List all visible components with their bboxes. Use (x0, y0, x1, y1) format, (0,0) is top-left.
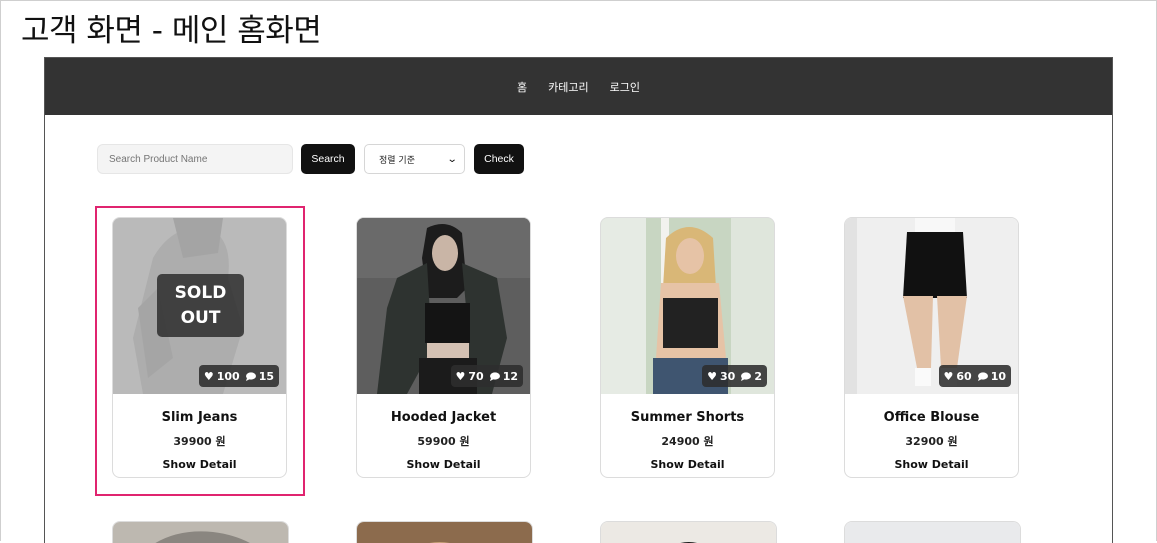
reaction-stats: ♥ 60 10 (938, 365, 1011, 387)
reaction-stats: ♥ 70 12 (450, 365, 523, 387)
comment-count: 10 (990, 369, 1006, 383)
comment-icon (489, 371, 500, 381)
like-count: 30 (720, 369, 736, 383)
product-price: 59900 원 (417, 435, 470, 448)
product-card[interactable] (356, 521, 533, 543)
comment-count: 12 (502, 369, 518, 383)
product-name: Office Blouse (883, 410, 980, 425)
product-card[interactable] (112, 521, 289, 543)
product-image[interactable]: ♥ 30 2 (601, 218, 774, 394)
app-window: 홈 카테고리 로그인 Search 정렬 기준 ⌄ Check SOLDOUT … (44, 57, 1113, 543)
comment-count: 2 (754, 369, 762, 383)
like-count: 60 (956, 369, 972, 383)
product-price: 24900 원 (661, 435, 714, 448)
product-image[interactable]: ♥ 70 12 (357, 218, 530, 394)
product-name: Hooded Jacket (390, 410, 497, 425)
nav-category-link[interactable]: 카테고리 (548, 79, 588, 95)
heart-icon: ♥ (943, 369, 954, 383)
heart-icon: ♥ (707, 369, 718, 383)
heart-icon: ♥ (455, 369, 466, 383)
product-card[interactable]: ♥ 70 12 Hooded Jacket 59900 원 Show Detail (356, 217, 531, 478)
product-card[interactable] (600, 521, 777, 543)
show-detail-link[interactable]: Show Detail (845, 458, 1018, 471)
search-button[interactable]: Search (301, 144, 355, 174)
caret-down-icon: ⌄ (446, 153, 458, 165)
product-image[interactable]: ♥ 60 10 (845, 218, 1018, 394)
product-card[interactable]: ♥ 30 2 Summer Shorts 24900 원 Show Detail (600, 217, 775, 478)
search-toolbar: Search 정렬 기준 ⌄ Check (97, 144, 524, 174)
nav-login-link[interactable]: 로그인 (610, 79, 640, 95)
selection-highlight (95, 206, 305, 496)
show-detail-link[interactable]: Show Detail (357, 458, 530, 471)
product-name: Summer Shorts (630, 410, 745, 425)
show-detail-link[interactable]: Show Detail (601, 458, 774, 471)
like-count: 70 (468, 369, 484, 383)
comment-icon (977, 371, 988, 381)
product-price: 32900 원 (905, 435, 958, 448)
sort-select[interactable]: 정렬 기준 ⌄ (364, 144, 465, 174)
reaction-stats: ♥ 30 2 (702, 365, 767, 387)
check-button[interactable]: Check (474, 144, 524, 174)
search-input[interactable] (97, 144, 293, 174)
product-card[interactable] (844, 521, 1021, 543)
navbar: 홈 카테고리 로그인 (45, 58, 1112, 115)
product-card[interactable]: ♥ 60 10 Office Blouse 32900 원 Show Detail (844, 217, 1019, 478)
nav-home-link[interactable]: 홈 (517, 79, 527, 95)
sort-select-value: 정렬 기준 (379, 155, 415, 166)
comment-icon (741, 371, 752, 381)
page-title: 고객 화면 - 메인 홈화면 (21, 13, 322, 49)
